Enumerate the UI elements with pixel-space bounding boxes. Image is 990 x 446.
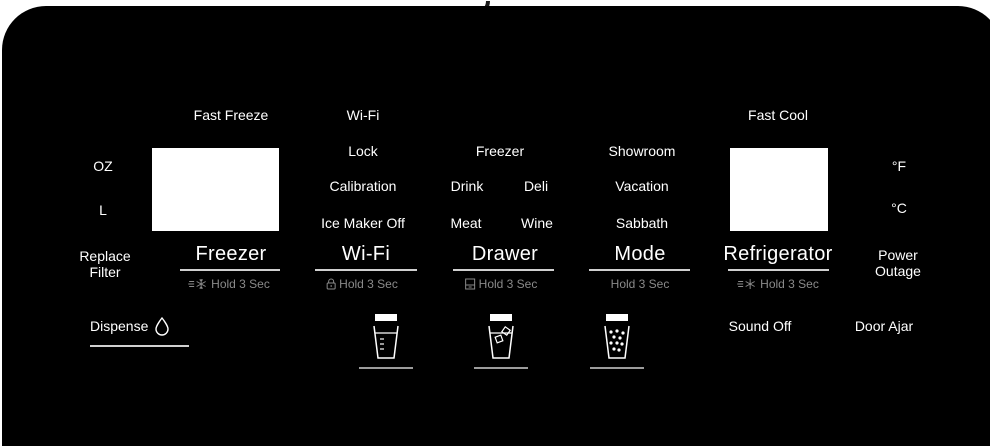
- wifi-indicator: Wi-Fi: [346, 107, 380, 123]
- lock-icon: [326, 278, 336, 290]
- refrigerator-button-underline: [728, 269, 829, 271]
- dispense-button[interactable]: Dispense: [90, 316, 170, 336]
- freezer-drawer-indicator: Freezer: [475, 143, 525, 159]
- drink-indicator: Drink: [450, 178, 484, 194]
- wifi-hold-text: Hold 3 Sec: [339, 277, 398, 291]
- dispense-underline: [90, 345, 189, 347]
- calibration-indicator: Calibration: [329, 178, 397, 194]
- mode-hold-text: Hold 3 Sec: [610, 277, 670, 291]
- drawer-hold-text: Hold 3 Sec: [478, 277, 538, 291]
- replace-filter-line-2: Filter: [89, 264, 121, 280]
- freezer-button[interactable]: Freezer: [195, 243, 266, 266]
- fast-cool-icon: [737, 279, 755, 289]
- refrigerator-button[interactable]: Refrigerator: [723, 243, 832, 266]
- freezer-hold-hint: Hold 3 Sec: [188, 277, 270, 291]
- water-drop-icon: [155, 316, 170, 336]
- fast-freeze-indicator: Fast Freeze: [193, 107, 269, 123]
- mode-button[interactable]: Mode: [614, 243, 665, 266]
- lock-indicator: Lock: [348, 143, 378, 159]
- wifi-button[interactable]: Wi-Fi: [342, 243, 390, 266]
- deli-indicator: Deli: [523, 178, 549, 194]
- water-option-button[interactable]: [358, 312, 414, 370]
- showroom-indicator: Showroom: [608, 143, 676, 159]
- drawer-button[interactable]: Drawer: [472, 243, 538, 266]
- crushed-ice-option-button[interactable]: [589, 312, 645, 370]
- drawer-icon: [465, 278, 476, 290]
- drawer-button-underline: [453, 269, 554, 271]
- wine-indicator: Wine: [521, 215, 553, 231]
- replace-filter-indicator: Replace Filter: [79, 248, 130, 280]
- ice-maker-off-indicator: Ice Maker Off: [321, 215, 405, 231]
- drawer-hold-hint: Hold 3 Sec: [465, 277, 538, 291]
- mode-hold-hint: Hold 3 Sec: [611, 277, 670, 291]
- water-cup-icon: [359, 314, 413, 369]
- refrigerator-hold-text: Hold 3 Sec: [760, 277, 819, 291]
- fast-freeze-icon: [188, 279, 206, 289]
- freezer-button-underline: [180, 269, 280, 271]
- power-outage-line-2: Outage: [875, 263, 921, 279]
- liter-indicator: L: [99, 202, 107, 218]
- wifi-button-underline: [315, 269, 417, 271]
- fast-cool-indicator: Fast Cool: [748, 107, 808, 123]
- oz-indicator: OZ: [93, 158, 113, 174]
- sound-off-indicator: Sound Off: [728, 318, 792, 334]
- sabbath-indicator: Sabbath: [615, 215, 669, 231]
- meat-indicator: Meat: [450, 215, 482, 231]
- control-panel: [2, 6, 990, 446]
- cubed-ice-option-button[interactable]: [473, 312, 529, 370]
- vacation-indicator: Vacation: [615, 178, 669, 194]
- fahrenheit-indicator: °F: [891, 158, 907, 174]
- power-outage-indicator: Power Outage: [875, 247, 921, 279]
- dispense-label: Dispense: [90, 318, 149, 334]
- freezer-temp-display: [152, 148, 279, 231]
- cubed-ice-cup-icon: [474, 314, 528, 369]
- crushed-ice-cup-icon: [590, 314, 644, 369]
- freezer-hold-text: Hold 3 Sec: [211, 277, 270, 291]
- refrigerator-hold-hint: Hold 3 Sec: [737, 277, 819, 291]
- celsius-indicator: °C: [891, 200, 907, 216]
- mode-button-underline: [589, 269, 690, 271]
- door-ajar-indicator: Door Ajar: [854, 318, 914, 334]
- replace-filter-line-1: Replace: [79, 248, 131, 264]
- wifi-hold-hint: Hold 3 Sec: [326, 277, 398, 291]
- power-outage-line-1: Power: [878, 247, 918, 263]
- refrigerator-temp-display: [730, 148, 828, 231]
